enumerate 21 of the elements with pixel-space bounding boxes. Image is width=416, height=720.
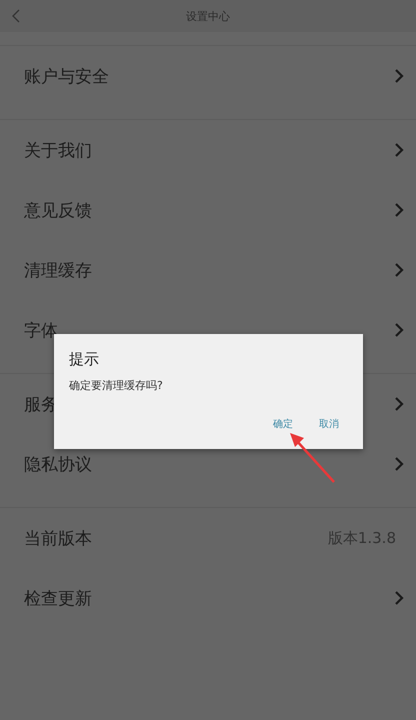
settings-item[interactable]: 关于我们: [24, 138, 394, 162]
chevron-icon: [394, 456, 404, 472]
settings-item[interactable]: 意见反馈: [24, 198, 394, 222]
chevron-icon: [394, 590, 404, 606]
settings-item[interactable]: 隐私协议: [24, 452, 394, 476]
dialog-title: 提示: [69, 350, 100, 369]
chevron-icon: [394, 202, 404, 218]
dialog-button[interactable]: 取消: [313, 413, 345, 435]
chevron-icon: [394, 68, 404, 84]
chevron-icon: [394, 262, 404, 278]
chevron-icon: [394, 142, 404, 158]
settings-item[interactable]: 账户与安全: [24, 64, 394, 88]
chevron-icon: [394, 322, 404, 338]
settings-item[interactable]: 检查更新: [24, 586, 394, 610]
settings-item[interactable]: 清理缓存: [24, 258, 394, 282]
dialog-message: 确定要清理缓存吗?: [69, 378, 164, 393]
settings-item[interactable]: 当前版本: [24, 526, 328, 550]
arrow: [290, 433, 335, 483]
back-icon[interactable]: [11, 9, 21, 23]
chevron-icon: [394, 396, 404, 412]
dialog-button[interactable]: 确定: [267, 413, 299, 435]
